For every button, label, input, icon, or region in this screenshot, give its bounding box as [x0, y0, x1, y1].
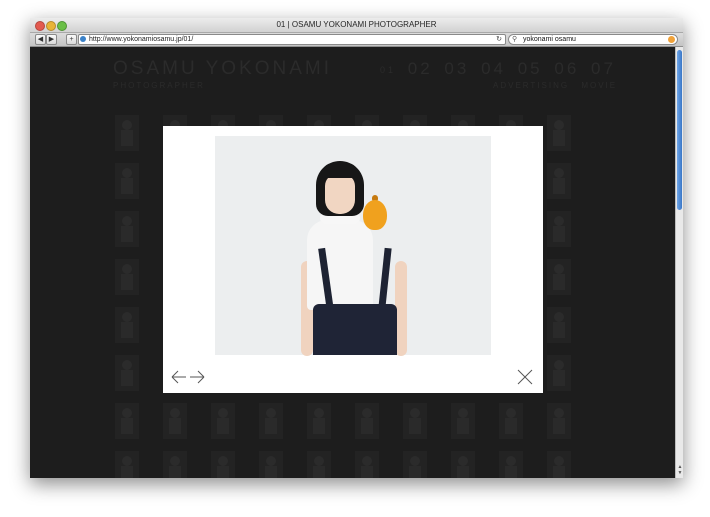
- browser-window: 01 | OSAMU YOKONAMI PHOTOGRAPHER ◀ ▶ + h…: [30, 18, 683, 478]
- thumbnail-item[interactable]: [307, 403, 331, 439]
- reload-icon[interactable]: ↻: [496, 35, 502, 44]
- site-title[interactable]: OSAMU YOKONAMI: [113, 59, 332, 79]
- thumbnail-item[interactable]: [259, 451, 283, 478]
- thumbnail-item[interactable]: [451, 403, 475, 439]
- thumbnail-item[interactable]: [499, 451, 523, 478]
- thumbnail-item[interactable]: [163, 403, 187, 439]
- page-link[interactable]: 04: [481, 59, 506, 78]
- photo-detail: [313, 304, 397, 355]
- section-nav: ADVERTISING MOVIE: [485, 81, 617, 90]
- thumbnail-item[interactable]: [211, 403, 235, 439]
- thumbnail-item[interactable]: [115, 259, 139, 295]
- thumbnail-item[interactable]: [547, 307, 571, 343]
- site-subtitle: PHOTOGRAPHER: [113, 81, 205, 90]
- page-content: OSAMU YOKONAMI PHOTOGRAPHER 01 02 03 04 …: [30, 47, 675, 478]
- thumbnail-item[interactable]: [547, 211, 571, 247]
- thumbnail-item[interactable]: [307, 451, 331, 478]
- page-link[interactable]: 02: [408, 59, 433, 78]
- thumbnail-item[interactable]: [547, 259, 571, 295]
- thumbnail-item[interactable]: [547, 355, 571, 391]
- thumbnail-item[interactable]: [115, 403, 139, 439]
- page-number-nav: 01 02 03 04 05 06 07: [380, 59, 620, 80]
- thumbnail-item[interactable]: [355, 403, 379, 439]
- search-input[interactable]: yokonami osamu: [523, 35, 576, 44]
- thumbnail-item[interactable]: [547, 403, 571, 439]
- photo-detail: [307, 220, 373, 310]
- arrow-left-icon[interactable]: [171, 369, 187, 385]
- nav-advertising[interactable]: ADVERTISING: [493, 81, 569, 90]
- page-link[interactable]: 06: [554, 59, 579, 78]
- thumbnail-item[interactable]: [115, 307, 139, 343]
- globe-icon: [80, 36, 86, 42]
- arrow-right-icon[interactable]: [189, 369, 205, 385]
- thumbnail-item[interactable]: [547, 163, 571, 199]
- url-text[interactable]: http://www.yokonamiosamu.jp/01/: [89, 35, 193, 44]
- photo-girl-with-orange: [215, 136, 491, 356]
- vertical-scrollbar[interactable]: ▲ ▼: [675, 47, 683, 478]
- search-field[interactable]: ⚲ yokonami osamu: [508, 34, 678, 45]
- photo-detail: [321, 163, 359, 178]
- thumbnail-item[interactable]: [211, 451, 235, 478]
- thumbnail-item[interactable]: [259, 403, 283, 439]
- thumbnail-item[interactable]: [547, 115, 571, 151]
- scroll-arrows-icon[interactable]: ▲ ▼: [676, 464, 683, 476]
- browser-toolbar: ◀ ▶ + http://www.yokonamiosamu.jp/01/ ↻ …: [30, 33, 683, 47]
- address-bar[interactable]: http://www.yokonamiosamu.jp/01/ ↻: [78, 34, 506, 45]
- thumbnail-item[interactable]: [403, 451, 427, 478]
- photo-detail: [363, 200, 387, 230]
- thumbnail-item[interactable]: [403, 403, 427, 439]
- thumbnail-item[interactable]: [355, 451, 379, 478]
- thumbnail-item[interactable]: [115, 355, 139, 391]
- lightbox-modal: [163, 126, 543, 393]
- thumbnail-item[interactable]: [115, 211, 139, 247]
- nav-movie[interactable]: MOVIE: [581, 81, 617, 90]
- page-link[interactable]: 03: [444, 59, 469, 78]
- page-link[interactable]: 05: [518, 59, 543, 78]
- add-bookmark-button[interactable]: +: [66, 34, 77, 45]
- thumbnail-item[interactable]: [547, 451, 571, 478]
- thumbnail-item[interactable]: [115, 451, 139, 478]
- search-icon[interactable]: ⚲: [512, 35, 517, 44]
- page-link-current[interactable]: 01: [380, 65, 396, 75]
- title-bar: 01 | OSAMU YOKONAMI PHOTOGRAPHER: [30, 18, 683, 33]
- close-icon[interactable]: [517, 369, 533, 385]
- back-button[interactable]: ◀: [35, 34, 46, 45]
- thumbnail-item[interactable]: [499, 403, 523, 439]
- window-title: 01 | OSAMU YOKONAMI PHOTOGRAPHER: [276, 20, 437, 29]
- thumbnail-item[interactable]: [115, 115, 139, 151]
- scroll-thumb[interactable]: [677, 50, 682, 210]
- photo-detail: [325, 174, 355, 214]
- search-go-icon[interactable]: [668, 36, 675, 43]
- thumbnail-item[interactable]: [451, 451, 475, 478]
- page-link[interactable]: 07: [591, 59, 616, 78]
- thumbnail-item[interactable]: [163, 451, 187, 478]
- thumbnail-item[interactable]: [115, 163, 139, 199]
- forward-button[interactable]: ▶: [46, 34, 57, 45]
